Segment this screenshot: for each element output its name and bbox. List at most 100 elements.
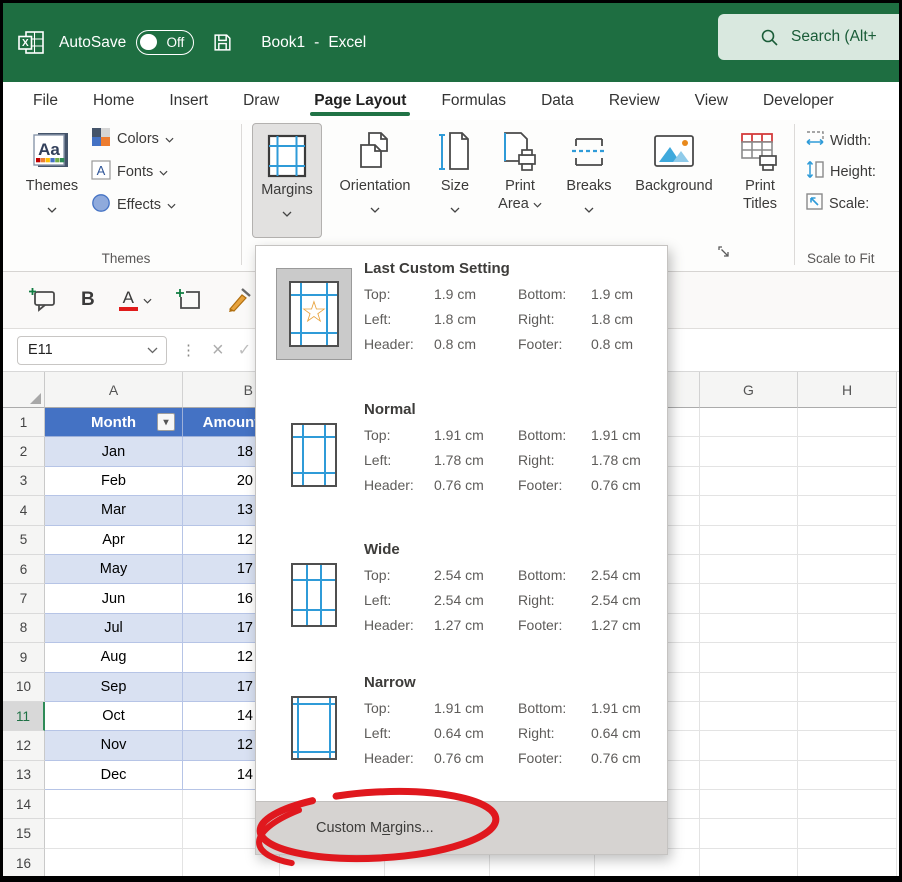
tab-review[interactable]: Review — [607, 82, 662, 120]
bold-button[interactable]: B — [81, 289, 95, 311]
cell-month[interactable]: Sep — [45, 673, 183, 702]
insert-cells-icon[interactable] — [176, 288, 202, 312]
tab-draw[interactable]: Draw — [241, 82, 281, 120]
cell[interactable] — [700, 496, 798, 525]
font-color-button[interactable]: A — [119, 289, 152, 311]
cell[interactable] — [798, 467, 897, 496]
chevron-down-icon[interactable] — [147, 341, 158, 359]
cell[interactable] — [798, 673, 897, 702]
cell-month[interactable]: Feb — [45, 467, 183, 496]
cell-month[interactable]: Jan — [45, 437, 183, 466]
column-header-g[interactable]: G — [700, 372, 798, 408]
row-header-16[interactable]: 16 — [3, 849, 45, 876]
fonts-button[interactable]: A Fonts — [91, 159, 209, 185]
cell-month[interactable]: Apr — [45, 526, 183, 555]
name-box[interactable]: E11 — [17, 336, 167, 365]
height-control[interactable]: Height: — [805, 160, 899, 183]
cell[interactable] — [700, 790, 798, 819]
menu-option-last-custom-setting[interactable]: ☆ Last Custom Setting Top:1.9 cmBottom:1… — [256, 260, 667, 382]
row-header-2[interactable]: 2 — [3, 437, 45, 466]
tab-file[interactable]: File — [31, 82, 60, 120]
row-header-13[interactable]: 13 — [3, 761, 45, 790]
row-header-8[interactable]: 8 — [3, 614, 45, 643]
tab-view[interactable]: View — [693, 82, 730, 120]
cell[interactable] — [700, 673, 798, 702]
page-setup-dialog-launcher-icon[interactable] — [717, 245, 730, 263]
themes-button[interactable]: Aa Themes — [13, 120, 91, 271]
cell[interactable] — [798, 790, 897, 819]
cell[interactable] — [700, 584, 798, 613]
cell-month[interactable]: Jun — [45, 584, 183, 613]
tab-insert[interactable]: Insert — [167, 82, 210, 120]
tab-data[interactable]: Data — [539, 82, 576, 120]
row-header-9[interactable]: 9 — [3, 643, 45, 672]
select-all-corner[interactable] — [3, 372, 45, 408]
tab-formulas[interactable]: Formulas — [439, 82, 508, 120]
column-header-h[interactable]: H — [798, 372, 897, 408]
search-box[interactable]: Search (Alt+ — [718, 14, 899, 60]
table-header-month[interactable]: Month▾ — [45, 408, 183, 437]
cell[interactable] — [700, 555, 798, 584]
excel-app-icon[interactable]: X — [18, 30, 45, 55]
cell[interactable] — [45, 849, 183, 876]
cell-month[interactable]: Jul — [45, 614, 183, 643]
cell[interactable] — [798, 849, 897, 876]
custom-margins-item[interactable]: Custom Margins... — [256, 801, 667, 854]
cell[interactable] — [798, 761, 897, 790]
filter-dropdown-icon[interactable]: ▾ — [157, 413, 175, 431]
cell[interactable] — [798, 731, 897, 760]
cell[interactable] — [700, 437, 798, 466]
row-header-4[interactable]: 4 — [3, 496, 45, 525]
column-header-a[interactable]: A — [45, 372, 183, 408]
format-painter-icon[interactable] — [226, 287, 252, 313]
cell[interactable] — [798, 643, 897, 672]
print-titles-button[interactable]: Print Titles — [727, 120, 793, 271]
cell-month[interactable]: May — [45, 555, 183, 584]
width-control[interactable]: Width: — [805, 130, 899, 151]
cell[interactable] — [700, 819, 798, 848]
row-header-7[interactable]: 7 — [3, 584, 45, 613]
row-header-10[interactable]: 10 — [3, 673, 45, 702]
menu-option-normal[interactable]: Normal Top:1.91 cmBottom:1.91 cm Left:1.… — [256, 401, 667, 523]
menu-option-wide[interactable]: Wide Top:2.54 cmBottom:2.54 cm Left:2.54… — [256, 541, 667, 663]
cell-month[interactable]: Dec — [45, 761, 183, 790]
cell[interactable] — [798, 555, 897, 584]
row-header-12[interactable]: 12 — [3, 731, 45, 760]
cell[interactable] — [700, 761, 798, 790]
effects-button[interactable]: Effects — [91, 192, 209, 218]
scale-control[interactable]: Scale: — [805, 192, 899, 215]
row-header-15[interactable]: 15 — [3, 819, 45, 848]
menu-option-narrow[interactable]: Narrow Top:1.91 cmBottom:1.91 cm Left:0.… — [256, 674, 667, 796]
cell[interactable] — [798, 584, 897, 613]
row-header-14[interactable]: 14 — [3, 790, 45, 819]
cell[interactable] — [700, 614, 798, 643]
cell[interactable] — [798, 702, 897, 731]
new-comment-icon[interactable] — [29, 287, 57, 313]
cell[interactable] — [798, 614, 897, 643]
cell[interactable] — [700, 643, 798, 672]
row-header-11-active[interactable]: 11 — [3, 702, 45, 731]
row-header-5[interactable]: 5 — [3, 526, 45, 555]
name-box-drag-handle[interactable]: ⋮ — [181, 341, 196, 359]
cell[interactable] — [45, 790, 183, 819]
autosave-toggle[interactable]: Off — [136, 30, 194, 55]
cell-month[interactable]: Nov — [45, 731, 183, 760]
cell[interactable] — [798, 408, 897, 437]
cell[interactable] — [45, 819, 183, 848]
cell[interactable] — [700, 731, 798, 760]
cell[interactable] — [798, 496, 897, 525]
enter-icon[interactable]: ✓ — [238, 340, 251, 360]
cell-month[interactable]: Mar — [45, 496, 183, 525]
tab-home[interactable]: Home — [91, 82, 136, 120]
cell[interactable] — [798, 526, 897, 555]
cell[interactable] — [798, 819, 897, 848]
cell-month[interactable]: Oct — [45, 702, 183, 731]
cell[interactable] — [700, 467, 798, 496]
margins-button[interactable]: Margins — [252, 123, 322, 238]
cell[interactable] — [700, 702, 798, 731]
tab-page-layout[interactable]: Page Layout — [312, 82, 408, 120]
cell[interactable] — [700, 849, 798, 876]
cancel-icon[interactable]: × — [212, 339, 224, 362]
cell[interactable] — [798, 437, 897, 466]
cell-month[interactable]: Aug — [45, 643, 183, 672]
